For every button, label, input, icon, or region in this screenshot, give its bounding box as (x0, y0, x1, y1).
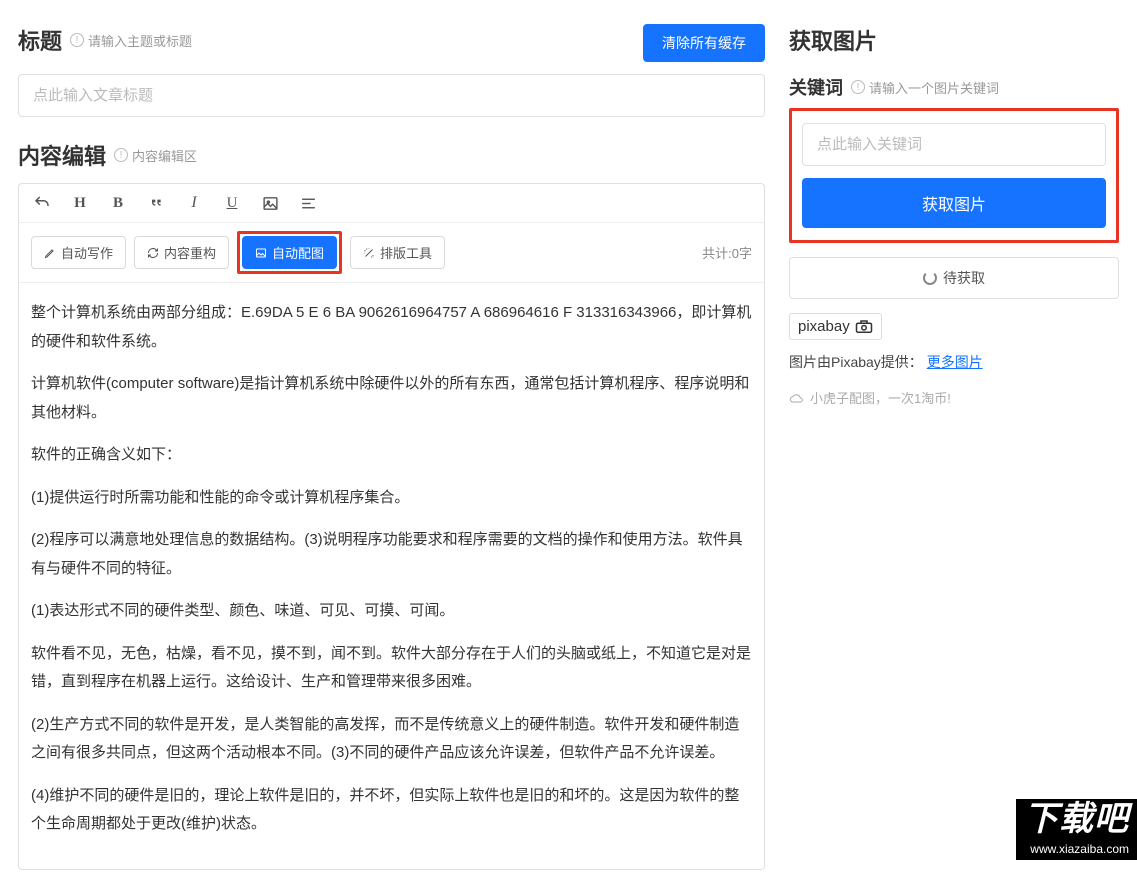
bold-icon[interactable]: B (109, 194, 127, 212)
auto-image-label: 自动配图 (272, 243, 324, 262)
picture-icon (255, 247, 267, 259)
heading-icon[interactable]: H (71, 194, 89, 212)
keyword-highlight-box: 获取图片 (789, 108, 1119, 243)
paragraph: (2)生产方式不同的软件是开发，是人类智能的高发挥，而不是传统意义上的硬件制造。… (27, 711, 756, 768)
get-image-button[interactable]: 获取图片 (802, 178, 1106, 228)
content-area[interactable]: 整个计算机系统由两部分组成：E.69DA 5 E 6 BA 9062616964… (19, 283, 764, 869)
image-icon[interactable] (261, 194, 279, 212)
format-toolbar: H B I U (19, 184, 764, 223)
info-icon: ! (114, 148, 128, 162)
quote-icon[interactable] (147, 194, 165, 212)
word-count: 共计:0字 (702, 243, 752, 262)
restructure-button[interactable]: 内容重构 (134, 236, 229, 269)
get-image-section: 获取图片 (789, 24, 1119, 56)
pending-status: 待获取 (789, 257, 1119, 299)
editor-section-header: 内容编辑 ! 内容编辑区 (18, 139, 765, 171)
paragraph: 软件看不见，无色，枯燥，看不见，摸不到，闻不到。软件大部分存在于人们的头脑或纸上… (27, 640, 756, 697)
pencil-icon (44, 247, 56, 259)
editor-box: H B I U 自动写作 (18, 183, 765, 870)
keyword-input[interactable] (802, 123, 1106, 166)
provider-row: 图片由Pixabay提供： 更多图片 (789, 352, 1119, 372)
clear-cache-button[interactable]: 清除所有缓存 (643, 24, 765, 62)
auto-image-highlight: 自动配图 (237, 231, 342, 274)
footer-note: 小虎子配图，一次1淘币! (789, 388, 1119, 407)
undo-icon[interactable] (33, 194, 51, 212)
cloud-icon (789, 392, 805, 404)
paragraph: 软件的正确含义如下： (27, 441, 756, 470)
editor-hint-text: 内容编辑区 (132, 146, 197, 165)
more-images-link[interactable]: 更多图片 (927, 354, 983, 370)
get-image-label: 获取图片 (789, 24, 877, 56)
keyword-header: 关键词 ! 请输入一个图片关键词 (789, 74, 1119, 100)
keyword-section: 关键词 ! 请输入一个图片关键词 获取图片 待获取 pixabay (789, 74, 1119, 407)
watermark-logo: 下载吧 (1016, 799, 1137, 840)
keyword-hint-text: 请输入一个图片关键词 (869, 78, 999, 97)
paragraph: 计算机软件(computer software)是指计算机系统中除硬件以外的所有… (27, 370, 756, 427)
article-title-input[interactable] (18, 74, 765, 117)
align-left-icon[interactable] (299, 194, 317, 212)
refresh-icon (147, 247, 159, 259)
get-image-header: 获取图片 (789, 24, 1119, 56)
side-column: 获取图片 关键词 ! 请输入一个图片关键词 获取图片 待获取 pixabay (789, 24, 1119, 870)
auto-write-label: 自动写作 (61, 243, 113, 262)
title-label: 标题 (18, 24, 62, 56)
wand-icon (363, 247, 375, 259)
title-hint: ! 请输入主题或标题 (70, 31, 192, 50)
footer-note-text: 小虎子配图，一次1淘币! (810, 388, 951, 407)
title-header-row: 标题 ! 请输入主题或标题 清除所有缓存 (18, 24, 765, 68)
watermark-url: www.xiazaiba.com (1016, 840, 1137, 860)
camera-icon (855, 320, 873, 334)
auto-image-button[interactable]: 自动配图 (242, 236, 337, 269)
pixabay-text: pixabay (798, 318, 850, 335)
pixabay-badge: pixabay (789, 313, 882, 340)
italic-icon[interactable]: I (185, 194, 203, 212)
editor-hint: ! 内容编辑区 (114, 146, 197, 165)
title-section-header: 标题 ! 请输入主题或标题 (18, 24, 192, 56)
paragraph: (1)提供运行时所需功能和性能的命令或计算机程序集合。 (27, 484, 756, 513)
info-icon: ! (70, 33, 84, 47)
main-column: 标题 ! 请输入主题或标题 清除所有缓存 内容编辑 ! 内容编辑区 (18, 24, 765, 870)
paragraph: (2)程序可以满意地处理信息的数据结构。(3)说明程序功能要求和程序需要的文档的… (27, 526, 756, 583)
paragraph: (1)表达形式不同的硬件类型、颜色、味道、可见、可摸、可闻。 (27, 597, 756, 626)
watermark: 下载吧 www.xiazaiba.com (1016, 799, 1137, 860)
layout-tool-button[interactable]: 排版工具 (350, 236, 445, 269)
restructure-label: 内容重构 (164, 243, 216, 262)
layout-tool-label: 排版工具 (380, 243, 432, 262)
provider-text: 图片由Pixabay提供： (789, 354, 923, 370)
paragraph: (4)维护不同的硬件是旧的，理论上软件是旧的，并不坏，但实际上软件也是旧的和坏的… (27, 782, 756, 839)
editor-label: 内容编辑 (18, 139, 106, 171)
underline-icon[interactable]: U (223, 194, 241, 212)
keyword-hint: ! 请输入一个图片关键词 (851, 78, 999, 97)
action-toolbar: 自动写作 内容重构 自动配图 排版工具 共计:0字 (19, 223, 764, 283)
pending-label: 待获取 (943, 268, 985, 288)
auto-write-button[interactable]: 自动写作 (31, 236, 126, 269)
info-icon: ! (851, 80, 865, 94)
spinner-icon (923, 271, 937, 285)
title-hint-text: 请输入主题或标题 (88, 31, 192, 50)
paragraph: 整个计算机系统由两部分组成：E.69DA 5 E 6 BA 9062616964… (27, 299, 756, 356)
keyword-label: 关键词 (789, 74, 843, 100)
